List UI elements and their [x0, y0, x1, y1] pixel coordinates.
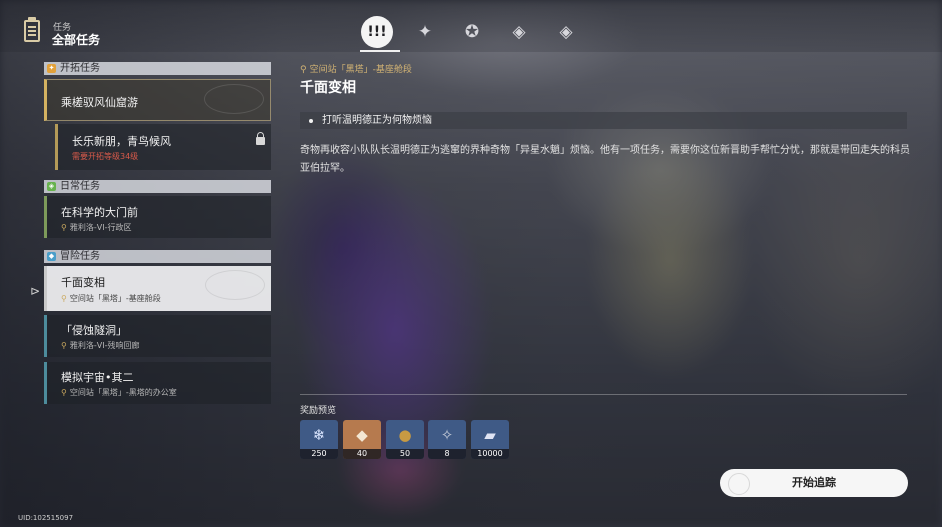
- reward-item[interactable]: ● 50: [386, 420, 424, 459]
- location-pin-icon: ⚲: [61, 223, 67, 232]
- tab-exclamation[interactable]: !!!: [361, 16, 393, 48]
- crystal-icon: ◆: [356, 425, 368, 444]
- location-pin-icon: ⚲: [61, 388, 67, 397]
- selection-pointer-icon: ⊳: [30, 284, 41, 298]
- reward-quantity: 40: [343, 449, 381, 459]
- quest-item-adventure-selected[interactable]: 千面变相 ⚲ 空间站「黑塔」-基座舱段: [44, 266, 271, 311]
- quest-title: 在科学的大门前: [61, 206, 138, 219]
- tab-diamond-plus[interactable]: ◈: [550, 16, 582, 48]
- quest-location-text: 雅利洛-VI-残响回廊: [69, 341, 140, 350]
- section-header-daily: ◈ 日常任务: [44, 180, 271, 193]
- quest-location-text: 雅利洛-VI-行政区: [69, 223, 132, 232]
- location-pin-icon: ⚲: [61, 341, 67, 350]
- quest-detail-title: 千面变相: [300, 80, 356, 96]
- reward-quantity: 250: [300, 449, 338, 459]
- page-title: 全部任务: [52, 33, 101, 47]
- quest-title: 模拟宇宙•其二: [61, 371, 134, 384]
- location-pin-icon: ⚲: [300, 65, 307, 75]
- ornament-decoration: [204, 84, 264, 114]
- quest-objective: 打听温明德正为何物烦恼: [300, 112, 907, 129]
- lock-icon: [256, 132, 265, 145]
- section-title: 开拓任务: [60, 63, 100, 74]
- reward-item[interactable]: ▰ 10000: [471, 420, 509, 459]
- material-icon: ✧: [440, 425, 454, 444]
- quest-location-text: 空间站「黑塔」-黑塔的办公室: [69, 388, 177, 397]
- tab-diamond-check[interactable]: ◈: [503, 16, 535, 48]
- trailblaze-mission-icon: ✦: [47, 64, 56, 73]
- quest-location-text: 空间站「黑塔」-基座舱段: [309, 65, 412, 75]
- start-tracking-button[interactable]: 开始追踪: [720, 469, 908, 497]
- reward-item[interactable]: ❄ 250: [300, 420, 338, 459]
- quest-requirement: 需要开拓等级34级: [72, 152, 139, 161]
- diamond-plus-icon: ◈: [559, 22, 573, 42]
- diamond-check-icon: ◈: [512, 22, 526, 42]
- uid-label: UID:102515097: [18, 514, 74, 522]
- reward-quantity: 50: [386, 449, 424, 459]
- section-title: 冒险任务: [60, 251, 100, 262]
- stellar-jade-icon: ❄: [312, 425, 326, 444]
- quest-location: ⚲ 雅利洛-VI-残响回廊: [61, 340, 139, 351]
- credit-icon: ▰: [484, 425, 496, 444]
- quest-title: 乘槎驭风仙窟游: [61, 96, 138, 109]
- reward-item[interactable]: ◆ 40: [343, 420, 381, 459]
- tab-trailblaze[interactable]: ✦: [409, 16, 441, 48]
- rewards-label: 奖励预览: [300, 406, 337, 416]
- coin-icon: ●: [398, 425, 412, 444]
- section-title: 日常任务: [60, 181, 100, 192]
- quest-description: 奇物再收容小队队长温明德正为逃窜的界种奇物「异星水魈」烦恼。他有一项任务，需要你…: [300, 145, 910, 174]
- section-header-trailblaze: ✦ 开拓任务: [44, 62, 271, 75]
- star-circle-icon: ✪: [464, 22, 480, 42]
- quest-location: ⚲ 空间站「黑塔」-基座舱段: [61, 293, 161, 304]
- quest-title: 「侵蚀隧洞」: [61, 324, 127, 337]
- divider: [300, 394, 907, 395]
- reward-quantity: 10000: [471, 449, 509, 459]
- quest-item-trailblaze-2[interactable]: 长乐新朋，青鸟候风 需要开拓等级34级: [55, 124, 271, 170]
- quest-item-daily-1[interactable]: 在科学的大门前 ⚲ 雅利洛-VI-行政区: [44, 196, 271, 238]
- ornament-decoration: [205, 270, 265, 300]
- active-tab-underline: [360, 50, 400, 52]
- section-header-adventure: ◆ 冒险任务: [44, 250, 271, 263]
- location-pin-icon: ⚲: [61, 294, 67, 303]
- exclamation-icon: !!!: [367, 24, 387, 40]
- quest-location: ⚲ 空间站「黑塔」-黑塔的办公室: [61, 387, 177, 398]
- quest-location-text: 空间站「黑塔」-基座舱段: [69, 294, 161, 303]
- quest-title: 千面变相: [61, 276, 105, 289]
- tab-star[interactable]: ✪: [456, 16, 488, 48]
- quest-location: ⚲ 雅利洛-VI-行政区: [61, 222, 131, 233]
- quest-item-adventure-2[interactable]: 「侵蚀隧洞」 ⚲ 雅利洛-VI-残响回廊: [44, 315, 271, 357]
- quest-title: 长乐新朋，青鸟候风: [72, 135, 171, 148]
- quest-item-adventure-3[interactable]: 模拟宇宙•其二 ⚲ 空间站「黑塔」-黑塔的办公室: [44, 362, 271, 404]
- daily-mission-icon: ◈: [47, 182, 56, 191]
- trailblaze-diamond-icon: ✦: [417, 22, 433, 42]
- adventure-mission-icon: ◆: [47, 252, 56, 261]
- reward-quantity: 8: [428, 449, 466, 459]
- reward-item[interactable]: ✧ 8: [428, 420, 466, 459]
- quest-location-header: ⚲ 空间站「黑塔」-基座舱段: [300, 62, 412, 75]
- clipboard-icon: [24, 17, 40, 42]
- quest-item-trailblaze-1[interactable]: 乘槎驭风仙窟游: [44, 79, 271, 121]
